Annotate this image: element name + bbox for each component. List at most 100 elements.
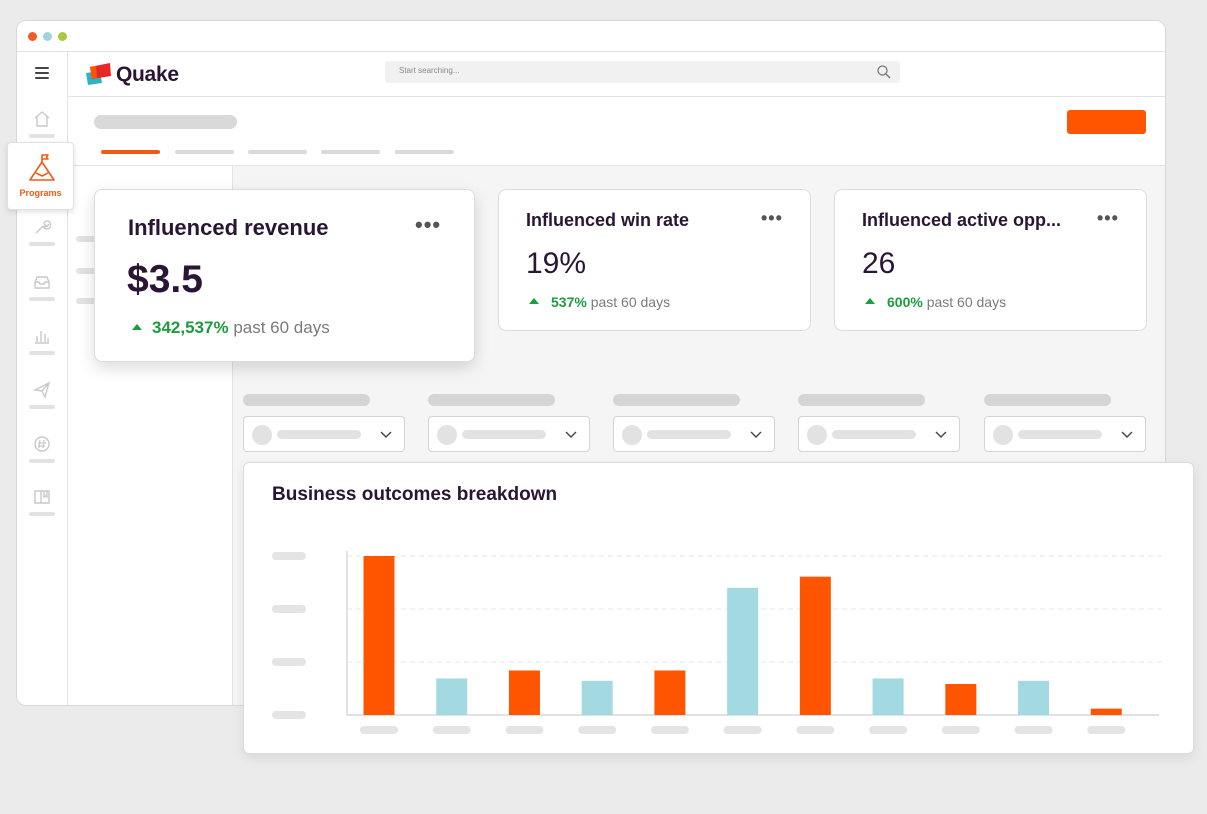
trend-up-icon	[529, 298, 539, 305]
chevron-down-icon	[750, 431, 762, 438]
trend-period: past 60 days	[233, 318, 330, 337]
tab-3[interactable]	[248, 150, 307, 154]
chart-bar	[799, 576, 831, 715]
home-icon[interactable]	[33, 110, 51, 128]
more-options-icon[interactable]: •••	[761, 208, 783, 229]
sidebar-item-programs[interactable]: Programs	[7, 142, 74, 210]
kpi-card-title: Influenced revenue	[128, 215, 329, 240]
search-icon[interactable]	[876, 64, 892, 80]
close-dot[interactable]	[28, 32, 37, 41]
kpi-card-trend: 600% past 60 days	[865, 294, 1006, 310]
book-icon[interactable]	[33, 488, 51, 506]
avatar-placeholder	[252, 425, 272, 445]
chart-bar	[945, 683, 977, 715]
tab-4[interactable]	[321, 150, 380, 154]
x-tick-placeholder	[1087, 726, 1126, 734]
more-options-icon[interactable]: •••	[415, 212, 441, 238]
hashtag-chat-icon[interactable]	[33, 435, 51, 453]
filter-label-placeholder	[798, 394, 925, 406]
menu-icon[interactable]	[35, 67, 49, 79]
chevron-down-icon	[1121, 431, 1133, 438]
tab-2[interactable]	[175, 150, 234, 154]
x-tick-placeholder	[941, 726, 980, 734]
inbox-icon[interactable]	[33, 273, 51, 291]
trend-up-icon	[865, 298, 875, 305]
chart-bar	[363, 556, 395, 715]
filter-dropdown[interactable]	[243, 416, 405, 452]
page-header	[68, 97, 1165, 166]
kpi-card-trend: 537% past 60 days	[529, 294, 670, 310]
x-tick-placeholder	[578, 726, 617, 734]
filter-label-placeholder	[243, 394, 370, 406]
sidebar-item-label: Programs	[19, 188, 62, 198]
search-input[interactable]: Start searching...	[399, 66, 459, 75]
value-placeholder	[832, 430, 916, 439]
kpi-card-trend: 342,537% past 60 days	[132, 318, 330, 338]
kpi-card-value: 26	[862, 247, 896, 280]
bar-chart-icon[interactable]	[33, 327, 51, 345]
nav-label-placeholder	[29, 297, 55, 301]
filter-label-placeholder	[428, 394, 555, 406]
kpi-card-influenced-revenue: Influenced revenue ••• $3.5 342,537% pas…	[94, 189, 475, 362]
x-tick-placeholder	[505, 726, 544, 734]
chart-bar	[872, 678, 904, 715]
filter-dropdown[interactable]	[984, 416, 1146, 452]
avatar-placeholder	[437, 425, 457, 445]
kpi-card-value: 19%	[526, 247, 587, 280]
nav-label-placeholder	[29, 459, 55, 463]
quake-logo-icon	[86, 63, 111, 85]
filter-label-placeholder	[984, 394, 1111, 406]
chart-bar	[727, 587, 759, 715]
chart-bar	[581, 680, 613, 715]
trend-period: past 60 days	[590, 294, 671, 310]
kpi-card-influenced-active-opportunities: Influenced active opp... ••• 26 600% pas…	[834, 189, 1147, 331]
filter-dropdown[interactable]	[613, 416, 775, 452]
y-tick-placeholder	[272, 605, 306, 613]
filter-dropdown[interactable]	[428, 416, 590, 452]
x-tick-placeholder	[360, 726, 398, 734]
search-bar[interactable]: Start searching...	[385, 61, 900, 83]
window-titlebar	[17, 21, 1165, 52]
x-tick-placeholder	[723, 726, 762, 734]
trend-up-icon	[132, 323, 142, 330]
app-name: Quake	[116, 63, 179, 86]
chart-bar	[1018, 680, 1050, 715]
wrench-icon[interactable]	[33, 218, 51, 236]
chart-bar	[508, 670, 540, 715]
filter-dropdown[interactable]	[798, 416, 960, 452]
minimize-dot[interactable]	[43, 32, 52, 41]
quake-logo: Quake	[84, 61, 194, 89]
nav-label-placeholder	[29, 405, 55, 409]
filter-label-placeholder	[613, 394, 740, 406]
tab-active[interactable]	[101, 150, 160, 154]
x-tick-placeholder	[796, 726, 835, 734]
chevron-down-icon	[565, 431, 577, 438]
y-tick-placeholder	[272, 711, 306, 719]
nav-label-placeholder	[29, 512, 55, 516]
nav-label-placeholder	[29, 134, 55, 138]
value-placeholder	[1018, 430, 1102, 439]
trend-period: past 60 days	[926, 294, 1007, 310]
more-options-icon[interactable]: •••	[1097, 208, 1119, 229]
value-placeholder	[462, 430, 546, 439]
y-tick-placeholder	[272, 658, 306, 666]
kpi-card-influenced-win-rate: Influenced win rate ••• 19% 537% past 60…	[498, 189, 811, 331]
value-placeholder	[647, 430, 731, 439]
kpi-card-value: $3.5	[127, 258, 203, 301]
x-tick-placeholder	[432, 726, 471, 734]
chart-bar	[1090, 708, 1122, 715]
trend-change: 537%	[551, 294, 587, 310]
value-placeholder	[277, 430, 361, 439]
avatar-placeholder	[807, 425, 827, 445]
zoom-dot[interactable]	[58, 32, 67, 41]
top-bar: Quake Start searching...	[68, 52, 1165, 97]
x-tick-placeholder	[650, 726, 689, 734]
x-tick-placeholder	[869, 726, 908, 734]
avatar-placeholder	[622, 425, 642, 445]
x-tick-placeholder	[1014, 726, 1053, 734]
paper-plane-icon[interactable]	[33, 381, 51, 399]
tab-5[interactable]	[395, 150, 454, 154]
avatar-placeholder	[993, 425, 1013, 445]
primary-action-button[interactable]	[1067, 110, 1146, 134]
bar-chart	[272, 551, 1164, 734]
